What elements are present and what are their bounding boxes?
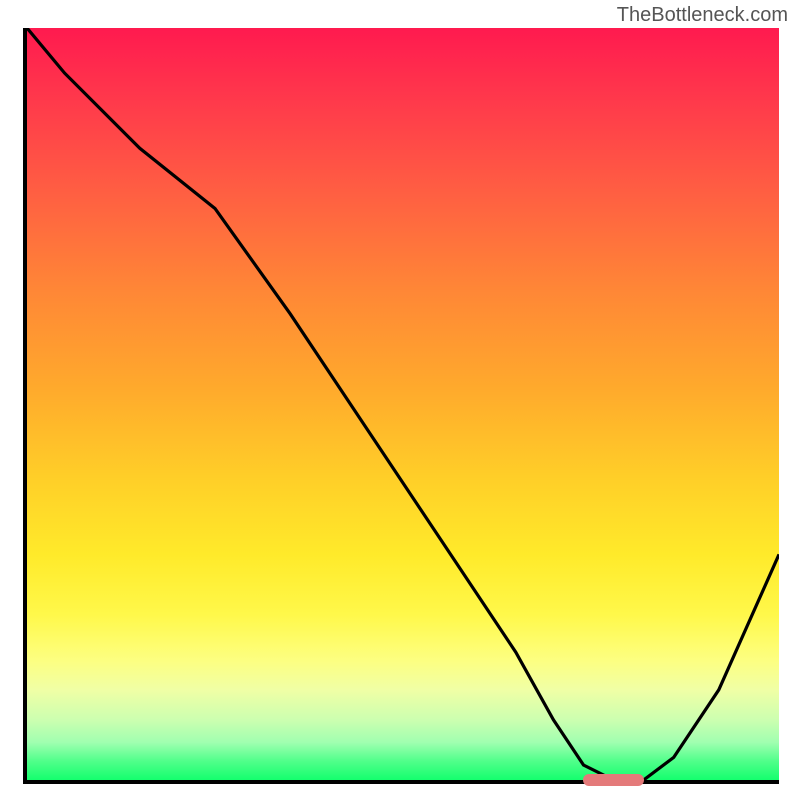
optimal-marker	[583, 774, 643, 786]
chart-container: TheBottleneck.com	[0, 0, 800, 800]
plot-area	[23, 28, 779, 784]
watermark-text: TheBottleneck.com	[617, 4, 788, 27]
bottleneck-curve	[27, 28, 779, 780]
